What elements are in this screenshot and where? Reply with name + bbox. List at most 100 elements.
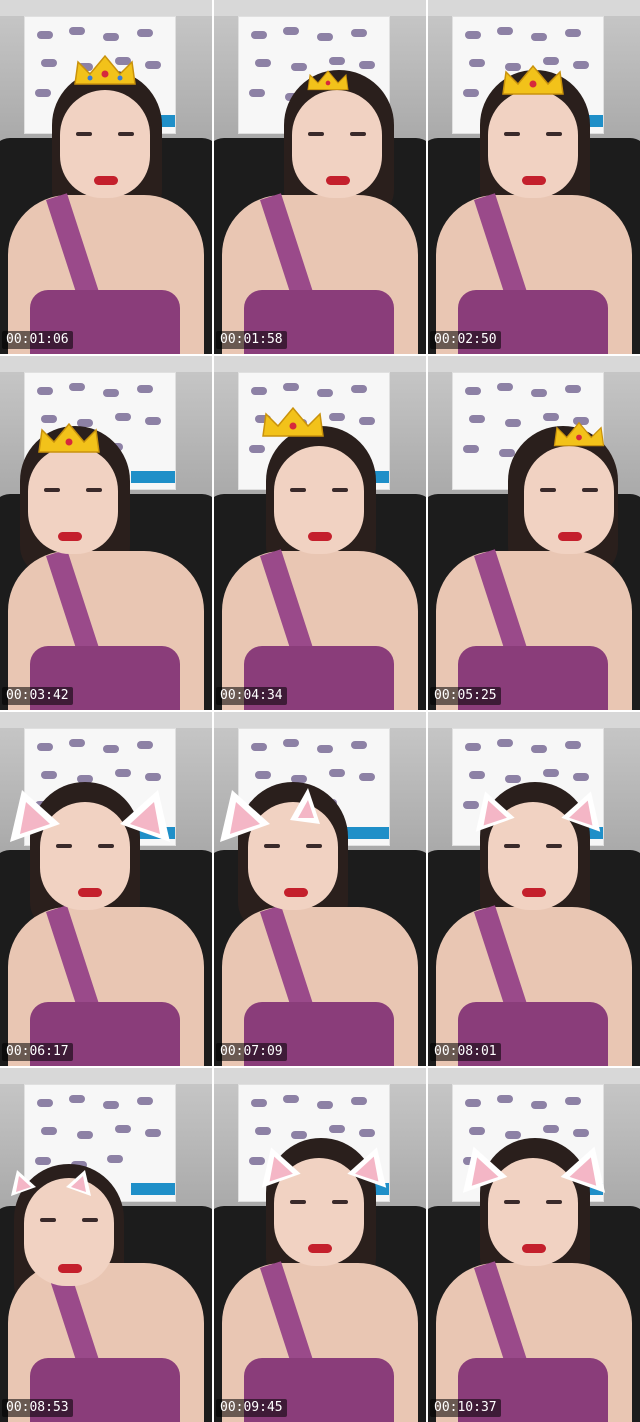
eye (308, 132, 324, 136)
eye (332, 488, 348, 492)
poster-figure (317, 389, 333, 397)
poster-figure (329, 57, 345, 65)
poster-figure (69, 1095, 85, 1103)
wall (0, 356, 212, 372)
eye (290, 488, 306, 492)
poster-figure (145, 1129, 161, 1137)
wall (214, 356, 426, 372)
video-frame: 00:01:58 (214, 0, 426, 354)
wall (0, 0, 212, 16)
timestamp-label: 00:10:37 (430, 1399, 501, 1417)
poster-figure (115, 413, 131, 421)
poster-figure (283, 739, 299, 747)
poster-figure (565, 29, 581, 37)
timestamp-label: 00:01:58 (216, 331, 287, 349)
eye (504, 844, 520, 848)
poster-figure (497, 739, 513, 747)
eye (504, 132, 520, 136)
cat-ears-icon (220, 788, 320, 842)
poster-figure (329, 413, 345, 421)
eye (44, 488, 60, 492)
poster-figure (465, 743, 481, 751)
poster-figure (291, 63, 307, 71)
video-frame: 00:04:34 (214, 356, 426, 710)
poster-figure (543, 1125, 559, 1133)
poster-figure (329, 1125, 345, 1133)
crown-icon (38, 422, 100, 453)
poster-figure (465, 1099, 481, 1107)
lips (558, 532, 582, 541)
poster-figure (37, 1099, 53, 1107)
lips (308, 1244, 332, 1253)
wall (428, 1068, 640, 1084)
poster-figure (359, 61, 375, 69)
video-frame: 00:07:09 (214, 712, 426, 1066)
poster-figure (255, 771, 271, 779)
eye (40, 1218, 56, 1222)
eye (98, 844, 114, 848)
poster-figure (351, 29, 367, 37)
poster-figure (255, 1127, 271, 1135)
cat-ears-icon (11, 1170, 91, 1196)
wall (0, 712, 212, 728)
crown-icon (553, 421, 605, 447)
crown-icon (307, 70, 349, 91)
poster-figure (137, 741, 153, 749)
video-frame: 00:06:17 (0, 712, 212, 1066)
cat-ears-icon (475, 791, 601, 832)
lips (284, 888, 308, 897)
poster-figure (251, 743, 267, 751)
video-frame: 00:08:01 (428, 712, 640, 1066)
poster-figure (497, 27, 513, 35)
poster-figure (351, 385, 367, 393)
poster-figure (359, 417, 375, 425)
poster-figure (249, 89, 265, 97)
lips (94, 176, 118, 185)
poster-figure (137, 29, 153, 37)
video-frame: 00:05:25 (428, 356, 640, 710)
lips (522, 1244, 546, 1253)
eye (546, 132, 562, 136)
cat-ears-icon (10, 790, 170, 842)
poster-figure (137, 385, 153, 393)
poster-figure (505, 419, 521, 427)
poster-figure (283, 383, 299, 391)
timestamp-label: 00:08:53 (2, 1399, 73, 1417)
wall (428, 356, 640, 372)
poster-figure (497, 383, 513, 391)
crown-icon (262, 406, 324, 437)
poster-figure (531, 1101, 547, 1109)
poster-figure (565, 1097, 581, 1105)
lips (522, 888, 546, 897)
poster-figure (469, 59, 485, 67)
poster-figure (107, 1155, 123, 1163)
timestamp-label: 00:03:42 (2, 687, 73, 705)
eye (118, 132, 134, 136)
eye (546, 1200, 562, 1204)
eye (546, 844, 562, 848)
wall (214, 712, 426, 728)
poster-figure (573, 1129, 589, 1137)
poster-figure (283, 1095, 299, 1103)
poster-figure (103, 389, 119, 397)
poster-figure (103, 1101, 119, 1109)
timestamp-label: 00:02:50 (430, 331, 501, 349)
poster-figure (41, 1127, 57, 1135)
video-frame: 00:03:42 (0, 356, 212, 710)
poster-figure (77, 1131, 93, 1139)
poster-figure (37, 743, 53, 751)
eye (540, 488, 556, 492)
lips (58, 1264, 82, 1273)
poster-figure (145, 417, 161, 425)
lips (326, 176, 350, 185)
poster-figure (251, 387, 267, 395)
poster-figure (251, 1099, 267, 1107)
poster-figure (531, 389, 547, 397)
crown-icon (74, 54, 136, 85)
poster-figure (317, 1101, 333, 1109)
poster-figure (465, 31, 481, 39)
eye (582, 488, 598, 492)
wall (0, 1068, 212, 1084)
poster-figure (37, 31, 53, 39)
poster-strip (131, 471, 175, 483)
